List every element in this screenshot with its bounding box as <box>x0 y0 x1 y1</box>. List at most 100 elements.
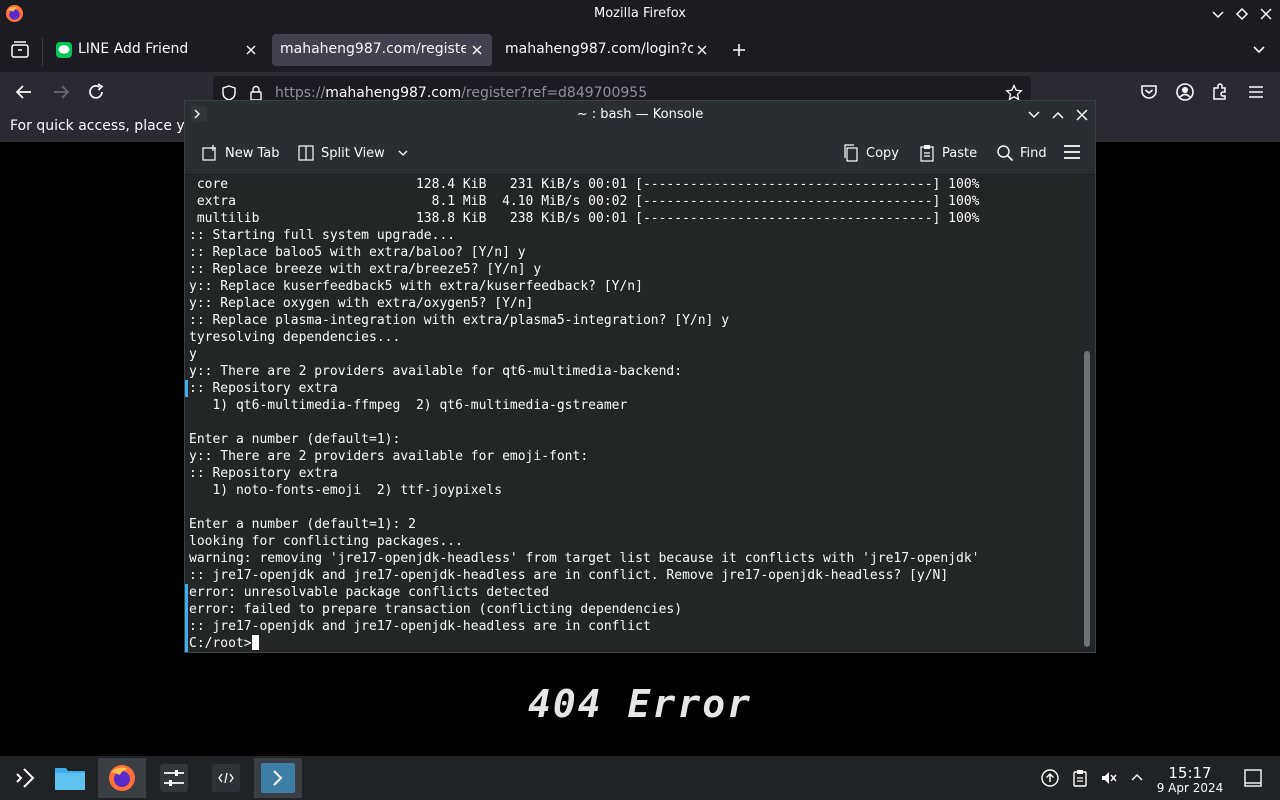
terminal-line: :: Repository extra <box>189 381 338 396</box>
volume-muted-icon[interactable] <box>1100 769 1118 787</box>
tab-separator <box>42 38 43 66</box>
minimize-icon[interactable] <box>1209 5 1227 23</box>
scrollbar-thumb[interactable] <box>1084 351 1090 647</box>
forward-arrow-icon[interactable] <box>51 82 71 102</box>
url-scheme: https:// <box>275 85 326 101</box>
konsole-titlebar[interactable]: ~ : bash — Konsole <box>185 101 1095 129</box>
settings-sliders-icon <box>160 764 188 792</box>
tab-groups-icon[interactable] <box>10 41 30 59</box>
new-tab-plus-icon[interactable] <box>731 42 747 58</box>
reload-icon[interactable] <box>86 82 106 102</box>
window-title: Mozilla Firefox <box>594 6 686 21</box>
clock-date[interactable]: 9 Apr 2024 <box>1150 781 1230 795</box>
terminal-line: tyresolving dependencies... <box>189 330 401 345</box>
bookmarks-toolbar-notice: For quick access, place yo <box>10 118 194 134</box>
terminal-line: error: unresolvable package conflicts de… <box>189 585 550 600</box>
split-view-label: Split View <box>321 145 385 161</box>
tab-register[interactable]: mahaheng987.com/register <box>272 34 492 66</box>
terminal-line: :: Starting full system upgrade... <box>189 228 456 243</box>
search-icon <box>997 145 1014 162</box>
folder-icon <box>55 768 85 790</box>
show-desktop-icon[interactable] <box>1244 769 1262 787</box>
account-icon[interactable] <box>1175 82 1195 102</box>
clock-time[interactable]: 15:17 <box>1156 764 1224 782</box>
taskbar-firefox[interactable] <box>98 758 146 798</box>
taskbar: 15:17 9 Apr 2024 <box>0 756 1280 800</box>
paste-button[interactable]: Paste <box>918 142 977 164</box>
url-path: /register?ref=d849700955 <box>461 85 648 101</box>
tab-label: mahaheng987.com/register <box>280 41 466 57</box>
taskbar-konsole[interactable] <box>254 758 302 798</box>
konsole-minimize-icon[interactable] <box>1026 107 1042 123</box>
terminal-line: y:: Replace kuserfeedback5 with extra/ku… <box>189 279 643 294</box>
taskbar-code-editor[interactable] <box>202 758 250 798</box>
find-label: Find <box>1020 145 1047 161</box>
terminal-line: :: Replace plasma-integration with extra… <box>189 313 730 328</box>
extensions-puzzle-icon[interactable] <box>1210 82 1230 102</box>
terminal-line: Enter a number (default=1): 2 <box>189 517 416 532</box>
close-icon[interactable] <box>1257 5 1275 23</box>
terminal-scrollbar[interactable] <box>1081 176 1095 652</box>
new-tab-icon <box>202 145 216 161</box>
terminal-prompt[interactable]: C:/root> <box>189 635 980 652</box>
tab-close-icon[interactable] <box>695 43 709 57</box>
paste-icon <box>920 145 934 162</box>
application-launcher[interactable] <box>0 758 48 798</box>
new-tab-button[interactable]: New Tab <box>201 142 280 164</box>
konsole-hamburger-menu-icon[interactable] <box>1063 143 1081 161</box>
url-host: mahaheng987.com <box>325 85 462 101</box>
new-tab-label: New Tab <box>225 145 280 161</box>
pocket-icon[interactable] <box>1139 82 1159 102</box>
konsole-title: ~ : bash — Konsole <box>576 107 704 122</box>
konsole-maximize-icon[interactable] <box>1050 107 1066 123</box>
terminal-line: y <box>189 347 197 362</box>
list-all-tabs-chevron-icon[interactable] <box>1250 41 1268 59</box>
paste-label: Paste <box>942 145 978 161</box>
terminal-line: extra 8.1 MiB 4.10 MiB/s 00:02 [--------… <box>189 194 980 209</box>
taskbar-system-settings[interactable] <box>150 758 198 798</box>
clipboard-icon[interactable] <box>1071 769 1089 787</box>
terminal-line: :: jre17-openjdk and jre17-openjdk-headl… <box>189 619 651 634</box>
tab-close-icon[interactable] <box>244 43 258 57</box>
terminal-line: y:: Replace oxygen with extra/oxygen5? [… <box>189 296 534 311</box>
tab-line-add-friend[interactable]: LINE Add Friend <box>48 34 266 66</box>
terminal-line: :: jre17-openjdk and jre17-openjdk-headl… <box>189 568 949 583</box>
url-text[interactable]: https://mahaheng987.com/register?ref=d84… <box>275 85 647 101</box>
split-view-button[interactable]: Split View <box>297 142 409 164</box>
taskbar-file-manager[interactable] <box>46 758 94 798</box>
prompt-text: C:/root> <box>189 636 252 651</box>
terminal-lines: core 128.4 KiB 231 KiB/s 00:01 [--------… <box>189 176 980 652</box>
tab-close-icon[interactable] <box>470 43 484 57</box>
terminal-line: error: failed to prepare transaction (co… <box>189 602 683 617</box>
find-button[interactable]: Find <box>996 142 1047 164</box>
terminal-line: warning: removing 'jre17-openjdk-headles… <box>189 551 980 566</box>
scroll-marker <box>185 380 188 397</box>
terminal-line: :: Replace baloo5 with extra/baloo? [Y/n… <box>189 245 526 260</box>
chevron-down-icon <box>398 150 408 156</box>
back-arrow-icon[interactable] <box>14 82 34 102</box>
firefox-icon <box>109 765 135 791</box>
copy-button[interactable]: Copy <box>842 142 899 164</box>
konsole-close-icon[interactable] <box>1074 107 1090 123</box>
terminal-output[interactable]: core 128.4 KiB 231 KiB/s 00:01 [--------… <box>185 176 1081 652</box>
hamburger-menu-icon[interactable] <box>1246 82 1266 102</box>
terminal-line: y:: There are 2 providers available for … <box>189 449 589 464</box>
terminal-line: :: Repository extra <box>189 466 338 481</box>
terminal-line: y:: There are 2 providers available for … <box>189 364 683 379</box>
code-editor-icon <box>212 764 240 792</box>
terminal-line: :: Replace breeze with extra/breeze5? [Y… <box>189 262 542 277</box>
error-heading: 404 Error <box>528 682 752 726</box>
tracking-shield-icon[interactable] <box>221 85 237 101</box>
tab-login[interactable]: mahaheng987.com/login?op <box>497 34 717 66</box>
update-notifier-icon[interactable] <box>1041 769 1059 787</box>
terminal-line: Enter a number (default=1): <box>189 432 401 447</box>
maximize-icon[interactable] <box>1233 5 1251 23</box>
chevron-up-icon[interactable] <box>1128 769 1146 787</box>
split-view-icon <box>298 145 314 161</box>
copy-label: Copy <box>866 145 899 161</box>
lock-icon[interactable] <box>249 85 263 101</box>
launcher-icon <box>16 768 35 788</box>
line-app-icon <box>56 42 72 58</box>
